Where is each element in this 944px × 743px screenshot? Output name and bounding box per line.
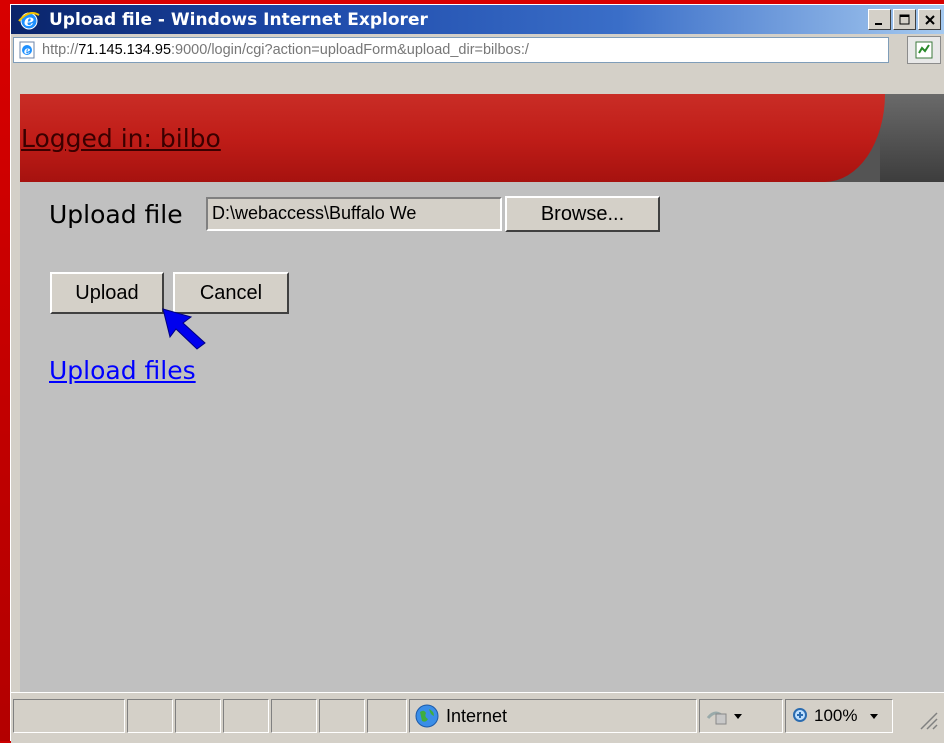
upload-files-link[interactable]: Upload files [49, 356, 196, 385]
upload-file-label: Upload file [49, 200, 183, 229]
status-bar: Internet 100% [11, 692, 944, 743]
chevron-down-icon [870, 714, 879, 719]
status-text-cell [13, 699, 125, 733]
status-cell [319, 699, 365, 733]
compatibility-view-icon [915, 41, 933, 59]
protected-mode-cell[interactable] [699, 699, 783, 733]
browser-window: e Upload file - Windows Internet Explore… [10, 4, 944, 743]
url-prefix: http:// [42, 42, 79, 58]
zone-label: Internet [446, 705, 508, 726]
address-url: http://71.145.134.95:9000/login/cgi?acti… [42, 42, 529, 58]
zoom-control[interactable]: 100% [785, 699, 893, 733]
window-title: Upload file - Windows Internet Explorer [49, 10, 428, 30]
file-path-input[interactable]: D:\webaccess\Buffalo We [206, 197, 502, 231]
compatibility-view-button[interactable] [907, 36, 941, 64]
upload-button[interactable]: Upload [50, 272, 164, 314]
minimize-icon[interactable] [868, 9, 891, 30]
status-cell [367, 699, 407, 733]
page-icon: e [19, 41, 35, 59]
svg-text:e: e [24, 46, 30, 57]
globe-icon [415, 704, 439, 728]
status-cell [223, 699, 269, 733]
window-controls [866, 9, 941, 30]
ie-logo-icon: e [18, 11, 40, 30]
close-icon[interactable] [918, 9, 941, 30]
status-cell [175, 699, 221, 733]
status-cell [127, 699, 173, 733]
url-host: 71.145.134.95 [78, 42, 172, 58]
zoom-icon [793, 708, 807, 722]
pointer-arrow-icon [162, 308, 206, 350]
banner-shadow [880, 94, 944, 182]
address-bar-area: e http://71.145.134.95:9000/login/cgi?ac… [11, 34, 944, 94]
url-rest: :9000/login/cgi?action=uploadForm&upload… [171, 42, 529, 58]
maximize-icon[interactable] [893, 9, 916, 30]
security-icon [706, 711, 742, 725]
resize-grip-icon[interactable] [915, 707, 939, 731]
security-zone[interactable]: Internet [409, 699, 697, 733]
address-field[interactable]: e http://71.145.134.95:9000/login/cgi?ac… [13, 37, 889, 63]
zoom-level: 100% [814, 706, 858, 725]
title-bar[interactable]: e Upload file - Windows Internet Explore… [11, 5, 944, 34]
page-content: Logged in: bilbo Upload file D:\webacces… [20, 94, 944, 692]
header-banner: Logged in: bilbo [20, 94, 944, 182]
status-cell [271, 699, 317, 733]
browse-button[interactable]: Browse... [505, 196, 660, 232]
logged-in-link[interactable]: Logged in: bilbo [21, 124, 221, 153]
